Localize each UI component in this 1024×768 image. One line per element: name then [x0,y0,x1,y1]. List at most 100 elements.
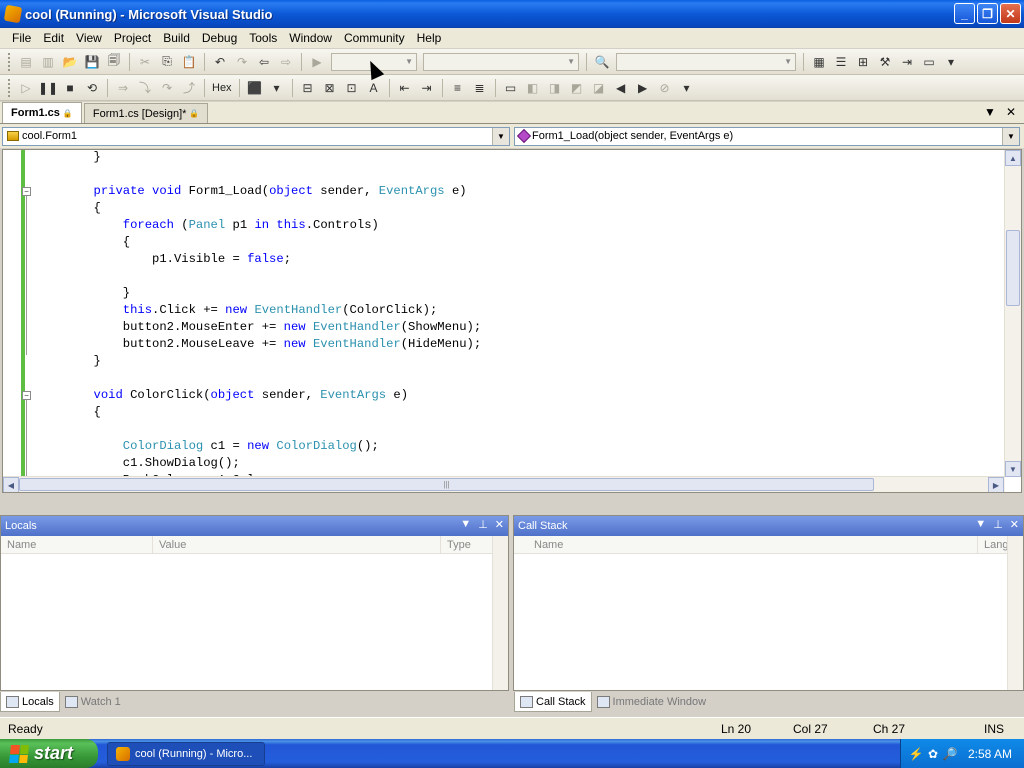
properties-window-icon[interactable]: ☰ [831,52,851,72]
redo-icon[interactable]: ↷ [232,52,252,72]
step-into-icon[interactable]: ⤵ [135,78,155,98]
stop-debugging-icon[interactable]: ■ [60,78,80,98]
breakpoints-icon[interactable]: ⬛ [245,78,265,98]
find-combo[interactable]: ▼ [616,52,796,71]
menu-edit[interactable]: Edit [37,31,70,45]
next-bookmark-folder-icon[interactable]: ◪ [589,78,609,98]
navigate-forward-icon[interactable]: ⇨ [276,52,296,72]
tab-form1-design[interactable]: Form1.cs [Design]* 🔒 [83,103,209,123]
scroll-down-icon[interactable]: ▼ [1005,461,1021,477]
toolbar-options-icon[interactable]: ▾ [677,78,697,98]
step-over-icon[interactable]: ↷ [157,78,177,98]
step-out-icon[interactable]: ⤴ [179,78,199,98]
window-position-icon[interactable]: ▼ [460,518,471,531]
scroll-up-icon[interactable]: ▲ [1005,150,1021,166]
collapse-icon[interactable]: − [22,391,31,400]
pin-icon[interactable]: ⊥ [478,518,488,531]
previous-bookmark-icon[interactable]: ◧ [523,78,543,98]
menu-debug[interactable]: Debug [196,31,243,45]
toolbox-icon[interactable]: ⚒ [875,52,895,72]
save-all-icon[interactable]: 🗐 [104,52,124,72]
previous-bookmark-folder-icon[interactable]: ◩ [567,78,587,98]
decrease-indent-icon[interactable]: ⇤ [395,78,415,98]
restore-button[interactable]: ❐ [977,3,998,24]
menu-window[interactable]: Window [283,31,338,45]
menu-file[interactable]: File [6,31,37,45]
restart-icon[interactable]: ⟲ [82,78,102,98]
tab-form1-cs[interactable]: Form1.cs 🔒 [2,102,82,123]
complete-word-icon[interactable]: A [364,78,384,98]
object-browser-icon[interactable]: ⊞ [853,52,873,72]
start-page-icon[interactable]: ⇥ [897,52,917,72]
show-next-statement-icon[interactable]: ⇒ [113,78,133,98]
collapse-icon[interactable]: − [22,187,31,196]
clear-bookmarks-icon[interactable]: ⊘ [655,78,675,98]
vertical-scrollbar[interactable] [492,536,508,690]
column-name[interactable]: Name [514,536,978,553]
toolbar-options-icon[interactable]: ▾ [941,52,961,72]
vertical-scrollbar[interactable]: ▲ ▼ [1004,150,1021,477]
chevron-down-icon[interactable]: ▼ [1002,127,1019,145]
menu-build[interactable]: Build [157,31,196,45]
cut-icon[interactable]: ✂ [135,52,155,72]
clock[interactable]: 2:58 AM [968,747,1012,761]
paste-icon[interactable]: 📋 [179,52,199,72]
tab-immediate-window[interactable]: Immediate Window [592,692,712,712]
next-bookmark-document-icon[interactable]: ▶ [633,78,653,98]
new-project-icon[interactable]: ▤ [16,52,36,72]
break-all-icon[interactable]: ❚❚ [38,78,58,98]
tray-search-icon[interactable]: 🔎 [943,747,958,761]
toolbar-grip[interactable] [8,52,11,71]
column-value[interactable]: Value [153,536,441,553]
chevron-down-icon[interactable]: ▼ [492,127,509,145]
class-dropdown[interactable]: cool.Form1 ▼ [2,126,510,146]
menu-community[interactable]: Community [338,31,411,45]
column-type[interactable]: Type [441,536,493,553]
uncomment-lines-icon[interactable]: ≣ [470,78,490,98]
next-bookmark-icon[interactable]: ◨ [545,78,565,98]
close-document-icon[interactable]: ✕ [1006,105,1016,119]
taskbar-item-visual-studio[interactable]: cool (Running) - Micro... [107,742,265,766]
breakpoints-dropdown-icon[interactable]: ▾ [267,78,287,98]
member-dropdown[interactable]: Form1_Load(object sender, EventArgs e) ▼ [514,126,1020,146]
add-item-icon[interactable]: ▥ [38,52,58,72]
command-window-icon[interactable]: ▭ [919,52,939,72]
solution-platform-dropdown[interactable]: ▼ [423,52,579,71]
close-icon[interactable]: ✕ [1010,518,1019,531]
column-language[interactable]: Langu [978,536,1008,553]
comment-lines-icon[interactable]: ≡ [448,78,468,98]
column-name[interactable]: Name [1,536,153,553]
menu-help[interactable]: Help [411,31,448,45]
scroll-left-icon[interactable]: ◀ [3,477,19,492]
vertical-scrollbar[interactable] [1007,536,1023,690]
quick-info-icon[interactable]: ⊡ [342,78,362,98]
window-position-icon[interactable]: ▼ [975,518,986,531]
scroll-thumb[interactable] [1006,230,1020,306]
toolbar-grip[interactable] [8,78,11,97]
tab-call-stack[interactable]: Call Stack [514,692,592,712]
copy-icon[interactable]: ⎘ [157,52,177,72]
parameter-info-icon[interactable]: ⊠ [320,78,340,98]
save-icon[interactable]: 💾 [82,52,102,72]
tab-watch-1[interactable]: Watch 1 [60,692,126,712]
find-in-files-icon[interactable]: 🔍 [592,52,612,72]
previous-bookmark-document-icon[interactable]: ◀ [611,78,631,98]
menu-view[interactable]: View [70,31,108,45]
minimize-button[interactable]: _ [954,3,975,24]
tray-program-icon[interactable]: ✿ [926,747,940,761]
close-button[interactable]: ✕ [1000,3,1021,24]
hex-toggle[interactable]: Hex [209,82,235,94]
toggle-bookmark-icon[interactable]: ▭ [501,78,521,98]
active-files-dropdown-icon[interactable]: ▼ [984,105,996,119]
scroll-thumb[interactable]: ||| [19,478,874,491]
undo-icon[interactable]: ↶ [210,52,230,72]
tray-network-icon[interactable]: ⚡ [909,747,924,761]
start-button[interactable]: start [0,739,98,768]
tab-locals[interactable]: Locals [0,692,60,712]
display-object-members-icon[interactable]: ⊟ [298,78,318,98]
open-file-icon[interactable]: 📂 [60,52,80,72]
navigate-backward-icon[interactable]: ⇦ [254,52,274,72]
start-debugging-icon[interactable]: ▶ [307,52,327,72]
continue-icon[interactable]: ▷ [16,78,36,98]
increase-indent-icon[interactable]: ⇥ [417,78,437,98]
